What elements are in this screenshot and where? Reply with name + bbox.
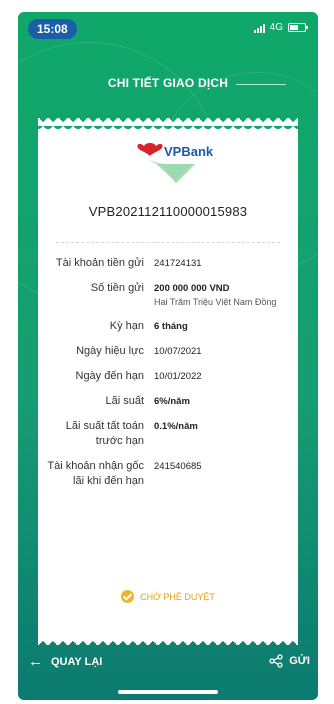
detail-row: Ngày đến hạn 10/01/2022 (38, 369, 298, 384)
transaction-receipt: VPBank VPB202112110000015983 Tài khoản t… (38, 124, 298, 639)
status-indicators: 4G (253, 22, 308, 33)
vpbank-logo: VPBank (134, 138, 224, 184)
detail-value-main: 200 000 000 VND (154, 283, 230, 294)
detail-row: Ngày hiệu lực 10/07/2021 (38, 344, 298, 359)
arrow-left-icon: ← (28, 653, 43, 670)
approval-status: CHỜ PHÊ DUYỆT (38, 590, 298, 603)
battery-icon (288, 23, 308, 32)
send-button-label: GỬI (289, 655, 310, 667)
detail-row: Tài khoản nhận gốc lãi khi đến hạn 24154… (38, 459, 298, 489)
detail-label: Số tiền gửi (90, 282, 144, 294)
detail-value-main: 6 tháng (154, 321, 188, 332)
back-button-label: QUAY LẠI (51, 655, 103, 668)
detail-value-main: 241540685 (154, 461, 202, 472)
detail-label: Lãi suất tất toán trước hạn (65, 420, 144, 447)
title-decoration-line (236, 84, 286, 85)
detail-value: 10/07/2021 (154, 344, 284, 359)
detail-value-main: 10/01/2022 (154, 371, 202, 382)
send-button[interactable]: GỬI (269, 654, 310, 668)
check-circle-icon (121, 590, 135, 603)
detail-label: Lãi suất (105, 395, 144, 407)
detail-value: 241540685 (154, 459, 284, 489)
approval-status-text: CHỜ PHÊ DUYỆT (140, 591, 215, 602)
detail-value: 241724131 (154, 256, 284, 271)
detail-value: 6 tháng (154, 319, 284, 334)
detail-row: Lãi suất tất toán trước hạn 0.1%/năm (38, 419, 298, 449)
detail-value: 10/01/2022 (154, 369, 284, 384)
share-icon (269, 654, 283, 668)
logo-text: VPBank (164, 144, 214, 159)
status-time: 15:08 (28, 19, 77, 39)
detail-label: Tài khoản tiền gửi (55, 257, 144, 269)
detail-row: Kỳ hạn 6 tháng (38, 319, 298, 334)
status-bar: 15:08 4G (18, 12, 318, 42)
footer-actions: ← QUAY LẠI GỬI (18, 644, 318, 684)
detail-row: Số tiền gửi 200 000 000 VND Hai Trăm Tri… (38, 281, 298, 309)
detail-value: 0.1%/năm (154, 419, 284, 449)
detail-label: Tài khoản nhận gốc lãi khi đến hạn (47, 460, 144, 487)
phone-screen: 15:08 4G CHI TIẾT GIAO DỊCH VPBank VPB20… (18, 12, 318, 700)
detail-value-main: 10/07/2021 (154, 346, 202, 357)
detail-label: Ngày đến hạn (75, 370, 145, 382)
detail-label: Kỳ hạn (109, 320, 144, 332)
network-type: 4G (269, 22, 283, 33)
page-title: CHI TIẾT GIAO DỊCH (107, 76, 229, 90)
detail-row: Lãi suất 6%/năm (38, 394, 298, 409)
detail-row: Tài khoản tiền gửi 241724131 (38, 256, 298, 271)
divider (56, 242, 280, 243)
detail-value: 200 000 000 VND Hai Trăm Triệu Việt Nam … (154, 281, 284, 309)
detail-value-main: 241724131 (154, 258, 202, 269)
detail-value: 6%/năm (154, 394, 284, 409)
home-indicator[interactable] (118, 690, 218, 694)
transaction-reference: VPB202112110000015983 (88, 204, 248, 219)
detail-label: Ngày hiệu lực (76, 345, 144, 357)
signal-icon (253, 23, 265, 33)
detail-value-main: 0.1%/năm (154, 421, 198, 432)
detail-value-sub: Hai Trăm Triệu Việt Nam Đồng (154, 297, 277, 307)
detail-value-main: 6%/năm (154, 396, 190, 407)
back-button[interactable]: ← QUAY LẠI (28, 654, 102, 669)
detail-rows: Tài khoản tiền gửi 241724131 Số tiền gửi… (38, 256, 298, 499)
